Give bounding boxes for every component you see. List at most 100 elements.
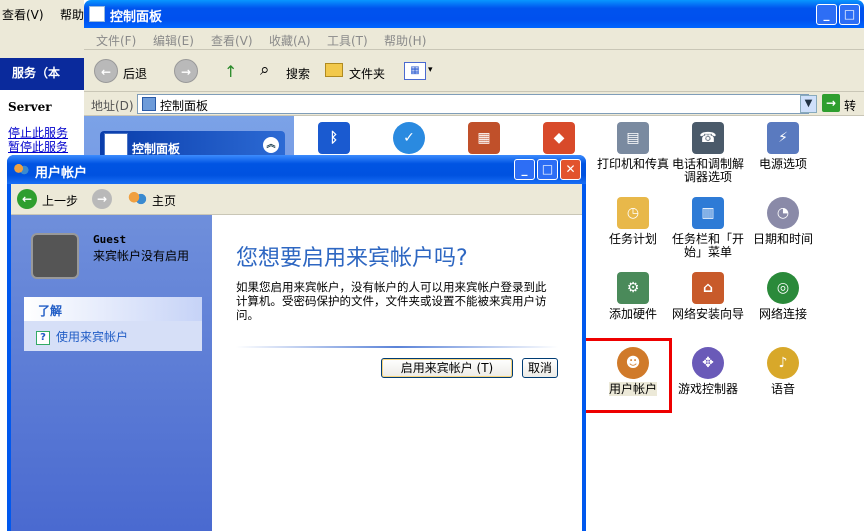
menu-edit[interactable]: 编辑(E) [153,32,194,49]
back-button[interactable]: 上一步 [42,192,78,209]
enable-guest-account-button[interactable]: 启用来宾帐户 (T) [381,358,513,378]
speech-item[interactable]: ♪ 语音 [746,347,820,396]
menu-favorites[interactable]: 收藏(A) [269,32,311,49]
menu-help[interactable]: 帮助(H) [384,32,426,49]
learn-about-section: ? 使用来宾帐户 [24,321,202,351]
game-controller-icon: ✥ [692,347,724,379]
firewall-item[interactable]: ▦ [447,122,521,158]
back-arrow-icon[interactable]: ← [94,59,118,83]
account-status: 来宾帐户没有启用 [93,249,190,263]
network-connections-label: 网络连接 [758,307,807,321]
security-center-item[interactable]: ◆ [522,122,596,158]
speech-label: 语音 [770,382,795,396]
toolbar: ← 后退 → ↑ ⌕ 搜索 文件夹 ▦ ▾ [84,50,864,92]
accessibility-item[interactable]: ✓ [372,122,446,158]
home-button[interactable]: 主页 [152,192,176,209]
address-bar: 地址(D) 控制面板 ▼ → 转到 [84,92,864,130]
menu-file[interactable]: 文件(F) [96,32,136,49]
bluetooth-item[interactable]: ᛒ [297,122,371,158]
back-arrow-icon[interactable]: ← [17,189,37,209]
taskbar-start-menu-item[interactable]: ▥ 任务栏和「开始」菜单 [671,197,745,259]
menu-view[interactable]: 查看(V) [2,6,44,23]
maximize-button[interactable]: □ [839,4,860,25]
printers-faxes-label: 打印机和传真 [596,157,669,171]
collapse-chevron-icon[interactable]: ︽ [263,137,279,153]
menu-help[interactable]: 帮助 [60,6,84,23]
taskbar-icon: ▥ [692,197,724,229]
control-panel-titlebar: 控制面板 _ □ [84,0,864,28]
search-icon[interactable]: ⌕ [260,60,270,80]
guest-account-card: Guest 来宾帐户没有启用 [19,228,209,288]
speech-icon: ♪ [767,347,799,379]
help-icon: ? [36,330,50,345]
game-controllers-item[interactable]: ✥ 游戏控制器 [671,347,745,396]
date-time-label: 日期和时间 [752,232,813,246]
dialog-title: 用户帐户 [35,166,88,181]
accessibility-icon: ✓ [393,122,425,154]
bluetooth-icon: ᛒ [318,122,350,154]
menubar: 文件(F) 编辑(E) 查看(V) 收藏(A) 工具(T) 帮助(H) [84,28,864,50]
guest-suitcase-icon [31,233,79,279]
address-label: 地址(D) [91,99,134,113]
game-controllers-label: 游戏控制器 [677,382,738,396]
printer-icon: ▤ [617,122,649,154]
folders-label[interactable]: 文件夹 [349,65,385,82]
date-time-item[interactable]: ◔ 日期和时间 [746,197,820,246]
firewall-icon: ▦ [468,122,500,154]
views-icon[interactable]: ▦ [404,62,426,80]
minimize-button[interactable]: _ [514,159,535,180]
menu-tools[interactable]: 工具(T) [327,32,368,49]
up-folder-icon[interactable]: ↑ [224,62,237,81]
learn-about-header: 了解 [24,297,202,321]
network-setup-wizard-item[interactable]: ⌂ 网络安装向导 [671,272,745,321]
power-options-label: 电源选项 [758,157,807,171]
phone-modem-label: 电话和调制解调器选项 [671,157,744,184]
scheduled-tasks-icon: ◷ [617,197,649,229]
back-label[interactable]: 后退 [123,65,147,82]
search-label[interactable]: 搜索 [286,65,310,82]
account-name: Guest [93,233,127,246]
address-dropdown-icon[interactable]: ▼ [800,95,817,113]
network-connections-icon: ◎ [767,272,799,304]
clock-icon: ◔ [767,197,799,229]
phone-modem-item[interactable]: ☎ 电话和调制解调器选项 [671,122,745,184]
add-hardware-item[interactable]: ⚙ 添加硬件 [596,272,670,321]
dialog-heading: 您想要启用来宾帐户吗? [236,246,468,271]
views-dropdown-icon[interactable]: ▾ [428,65,433,75]
phone-modem-icon: ☎ [692,122,724,154]
menu-view[interactable]: 查看(V) [211,32,253,49]
divider [236,346,558,348]
network-setup-wizard-label: 网络安装向导 [671,307,744,321]
user-accounts-titlebar: 用户帐户 _ □ ✕ [7,155,586,184]
user-accounts-title-icon [13,162,29,178]
scheduled-tasks-item[interactable]: ◷ 任务计划 [596,197,670,246]
network-wizard-icon: ⌂ [692,272,724,304]
minimize-button[interactable]: _ [816,4,837,25]
home-users-icon[interactable] [127,190,147,208]
add-hardware-icon: ⚙ [617,272,649,304]
user-accounts-highlight-box [573,338,672,413]
window-title: 控制面板 [110,10,163,25]
network-connections-item[interactable]: ◎ 网络连接 [746,272,820,321]
address-input[interactable]: 控制面板 [137,94,809,114]
dialog-nav-bar: ← 上一步 → 主页 [11,184,582,215]
maximize-button[interactable]: □ [537,159,558,180]
forward-arrow-icon[interactable]: → [92,189,112,209]
power-options-item[interactable]: ⚡ 电源选项 [746,122,820,171]
close-button[interactable]: ✕ [560,159,581,180]
go-arrow-icon[interactable]: → [822,94,840,112]
folders-icon[interactable] [325,63,343,77]
control-panel-checklist-icon [104,133,128,157]
address-value: 控制面板 [160,99,209,113]
add-hardware-label: 添加硬件 [608,307,657,321]
dialog-description: 如果您启用来宾帐户，没有帐户的人可以用来宾帐户登录到此计算机。受密码保护的文件，… [236,280,547,322]
printers-faxes-item[interactable]: ▤ 打印机和传真 [596,122,670,171]
control-panel-icon [89,6,105,22]
using-guest-account-link[interactable]: 使用来宾帐户 [56,330,128,344]
scheduled-tasks-label: 任务计划 [608,232,657,246]
services-title: 服务（本 [12,66,61,80]
security-center-icon: ◆ [543,122,575,154]
forward-arrow-icon[interactable]: → [174,59,198,83]
task-pane-title: 控制面板 [132,142,181,156]
cancel-button[interactable]: 取消 [522,358,558,378]
